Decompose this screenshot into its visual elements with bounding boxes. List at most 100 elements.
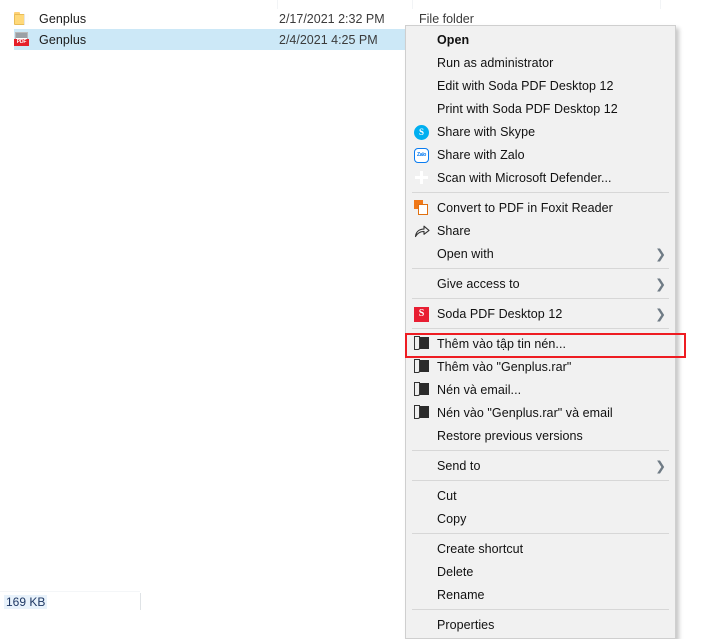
- file-name: Genplus: [39, 12, 86, 26]
- menu-item[interactable]: S Share with Skype: [406, 120, 675, 143]
- menu-item-label: Thêm vào "Genplus.rar": [437, 360, 571, 374]
- menu-item-label: Give access to: [437, 277, 520, 291]
- chevron-right-icon: ❯: [655, 277, 666, 290]
- menu-item-icon-slot: [414, 276, 432, 292]
- menu-item-icon-slot: [414, 55, 432, 71]
- menu-item[interactable]: Restore previous versions: [406, 424, 675, 447]
- menu-item-label: Convert to PDF in Foxit Reader: [437, 201, 613, 215]
- soda-pdf-icon: S: [414, 307, 429, 322]
- file-type: File folder: [419, 12, 474, 26]
- file-date-modified: 2/4/2021 4:25 PM: [279, 33, 378, 47]
- menu-item-label: Open with: [437, 247, 494, 261]
- menu-item-label: Share with Skype: [437, 125, 535, 139]
- menu-item-label: Rename: [437, 588, 485, 602]
- menu-item[interactable]: Delete: [406, 560, 675, 583]
- menu-item-label: Cut: [437, 489, 457, 503]
- menu-separator: [412, 609, 669, 610]
- menu-item[interactable]: Open with ❯: [406, 242, 675, 265]
- foxit-reader-icon-slot: [414, 200, 432, 216]
- table-row[interactable]: PDF Genplus 2/4/2021 4:25 PM: [14, 29, 408, 50]
- menu-item-label: Print with Soda PDF Desktop 12: [437, 102, 618, 116]
- menu-item[interactable]: Copy: [406, 507, 675, 530]
- menu-separator: [412, 298, 669, 299]
- zalo-icon-slot: Zalo: [414, 147, 432, 163]
- microsoft-defender-icon-slot: [414, 170, 432, 186]
- winrar-icon-slot: [414, 359, 432, 375]
- menu-item[interactable]: Properties: [406, 613, 675, 636]
- menu-item[interactable]: Send to ❯: [406, 454, 675, 477]
- menu-separator: [412, 450, 669, 451]
- status-bar-separator: [140, 593, 141, 610]
- menu-item[interactable]: Cut: [406, 484, 675, 507]
- menu-separator: [412, 192, 669, 193]
- menu-item[interactable]: Nén và email...: [406, 378, 675, 401]
- chevron-right-icon: ❯: [655, 247, 666, 260]
- menu-item[interactable]: Convert to PDF in Foxit Reader: [406, 196, 675, 219]
- winrar-icon-slot: [414, 382, 432, 398]
- menu-item[interactable]: Thêm vào "Genplus.rar": [406, 355, 675, 378]
- skype-icon: S: [414, 125, 429, 140]
- menu-item-label: Thêm vào tập tin nén...: [437, 337, 566, 351]
- menu-item[interactable]: Nén vào "Genplus.rar" và email: [406, 401, 675, 424]
- menu-separator: [412, 533, 669, 534]
- menu-item[interactable]: Share: [406, 219, 675, 242]
- menu-item[interactable]: Run as administrator: [406, 51, 675, 74]
- status-bar-divider-line: [0, 591, 140, 592]
- menu-item-label: Share: [437, 224, 471, 238]
- menu-item-icon-slot: [414, 488, 432, 504]
- menu-item-label: Delete: [437, 565, 473, 579]
- chevron-right-icon: ❯: [655, 307, 666, 320]
- menu-item-label: Soda PDF Desktop 12: [437, 307, 562, 321]
- zalo-icon: Zalo: [414, 148, 429, 163]
- menu-item[interactable]: Edit with Soda PDF Desktop 12: [406, 74, 675, 97]
- menu-separator: [412, 480, 669, 481]
- menu-item-icon-slot: [414, 428, 432, 444]
- menu-item-label: Run as administrator: [437, 56, 553, 70]
- menu-item-label: Nén và email...: [437, 383, 521, 397]
- menu-item-icon-slot: [414, 617, 432, 633]
- folder-icon: [14, 12, 29, 25]
- menu-item[interactable]: Scan with Microsoft Defender...: [406, 166, 675, 189]
- menu-item-icon-slot: [414, 101, 432, 117]
- menu-item-icon-slot: [414, 32, 432, 48]
- menu-item[interactable]: Give access to ❯: [406, 272, 675, 295]
- menu-item[interactable]: Thêm vào tập tin nén...: [406, 332, 675, 355]
- share-icon-slot: [414, 223, 432, 239]
- menu-item-icon-slot: [414, 246, 432, 262]
- chevron-right-icon: ❯: [655, 459, 666, 472]
- menu-item-icon-slot: [414, 564, 432, 580]
- menu-item[interactable]: Zalo Share with Zalo: [406, 143, 675, 166]
- file-name: Genplus: [39, 33, 86, 47]
- winrar-icon-slot: [414, 405, 432, 421]
- menu-item-label: Properties: [437, 618, 494, 632]
- pdf-file-icon: PDF: [14, 32, 29, 47]
- menu-separator: [412, 328, 669, 329]
- menu-item-label: Send to: [437, 459, 480, 473]
- menu-item[interactable]: Print with Soda PDF Desktop 12: [406, 97, 675, 120]
- menu-item-label: Nén vào "Genplus.rar" và email: [437, 406, 613, 420]
- context-menu[interactable]: Open Run as administrator Edit with Soda P…: [405, 25, 676, 639]
- menu-item-label: Copy: [437, 512, 466, 526]
- menu-item[interactable]: Create shortcut: [406, 537, 675, 560]
- menu-item-label: Create shortcut: [437, 542, 523, 556]
- menu-item-icon-slot: [414, 78, 432, 94]
- menu-item[interactable]: S Soda PDF Desktop 12 ❯: [406, 302, 675, 325]
- status-file-size: 169 KB: [4, 595, 47, 609]
- share-icon: [414, 227, 430, 241]
- file-date-modified: 2/17/2021 2:32 PM: [279, 12, 385, 26]
- soda-pdf-icon-slot: S: [414, 306, 432, 322]
- menu-item-label: Restore previous versions: [437, 429, 583, 443]
- menu-item-icon-slot: [414, 458, 432, 474]
- menu-item-icon-slot: [414, 587, 432, 603]
- menu-item-label: Open: [437, 33, 469, 47]
- menu-item-icon-slot: [414, 541, 432, 557]
- skype-icon-slot: S: [414, 124, 432, 140]
- menu-separator: [412, 268, 669, 269]
- menu-item[interactable]: Rename: [406, 583, 675, 606]
- menu-item[interactable]: Open: [406, 28, 675, 51]
- menu-item-label: Share with Zalo: [437, 148, 525, 162]
- menu-item-label: Scan with Microsoft Defender...: [437, 171, 612, 185]
- winrar-icon-slot: [414, 336, 432, 352]
- menu-item-icon-slot: [414, 511, 432, 527]
- menu-item-label: Edit with Soda PDF Desktop 12: [437, 79, 614, 93]
